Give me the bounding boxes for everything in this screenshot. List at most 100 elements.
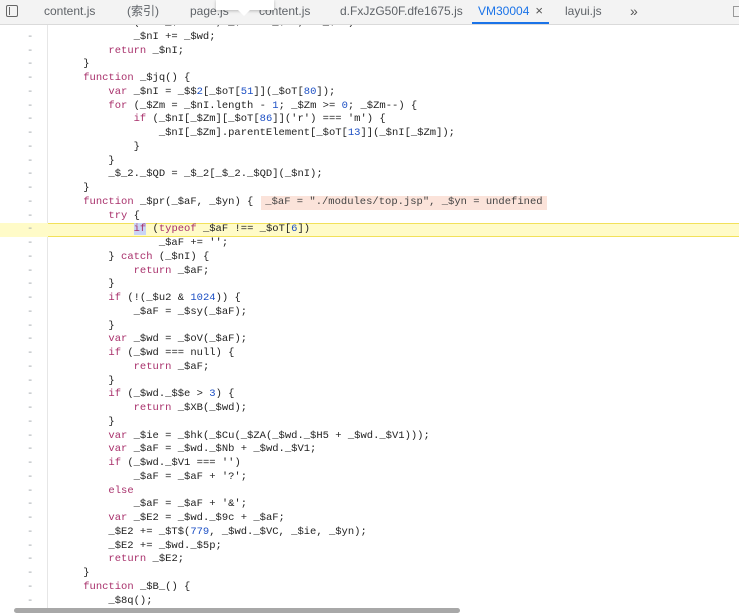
close-icon[interactable]: × [535,3,543,18]
line-marker[interactable]: - [27,581,35,595]
code-line[interactable]: - else [0,485,739,499]
tab-d-fxjzg50f-js[interactable]: d.FxJzG50F.dfe1675.js [340,0,463,24]
line-marker[interactable]: - [27,306,35,320]
code-line[interactable]: - var _$ie = _$hk(_$Cu(_$ZA(_$wd._$H5 + … [0,430,739,444]
code-line[interactable]: - if (_$wd._$V1 === '') [0,457,739,471]
code-line[interactable]: - if (_$nI[_$Zm][_$oT[86]]('r') === 'm')… [0,113,739,127]
code-line[interactable]: - } [0,278,739,292]
line-marker[interactable]: - [27,416,35,430]
line-marker[interactable]: - [27,567,35,581]
line-marker[interactable]: - [27,168,35,182]
code-line[interactable]: - return _$aF; [0,361,739,375]
code-line[interactable]: - _$nI[_$Zm].parentElement[_$oT[13]](_$n… [0,127,739,141]
code-text: if (_$wd._$V1 === '') [108,457,241,469]
line-marker[interactable]: - [27,265,35,279]
code-line[interactable]: - _$aF = _$aF + '?'; [0,471,739,485]
code-line[interactable]: - } [0,141,739,155]
code-line[interactable]: - var _$E2 = _$wd._$9c + _$aF; [0,512,739,526]
code-line[interactable]: - } [0,375,739,389]
line-marker[interactable]: - [27,498,35,512]
code-line[interactable]: - _$aF += ''; [0,237,739,251]
code-line[interactable]: - if (_$wd._$$e > 3) { [0,388,739,402]
line-marker[interactable]: - [27,443,35,457]
code-line[interactable]: - _$nI += _$wd; [0,31,739,45]
tab-index[interactable]: (索引) [127,0,159,24]
line-marker[interactable]: - [27,540,35,554]
tab-content-js[interactable]: content.js [44,0,95,24]
code-line[interactable]: - _$aF = _$sy(_$aF); [0,306,739,320]
line-marker[interactable]: - [27,375,35,389]
line-marker[interactable]: - [27,278,35,292]
code-line[interactable]: - var _$wd = _$oV(_$aF); [0,333,739,347]
line-marker[interactable]: - [27,471,35,485]
code-line[interactable]: - return _$nI; [0,45,739,59]
line-marker[interactable]: - [27,457,35,471]
line-marker[interactable]: - [27,388,35,402]
line-marker[interactable]: - [27,595,35,609]
toggle-navigator-icon[interactable] [6,5,18,17]
code-line[interactable]: - _$_2._$QD = _$_2[_$_2._$QD](_$nI); [0,168,739,182]
code-line[interactable]: - } [0,416,739,430]
line-marker[interactable]: - [27,361,35,375]
code-line[interactable]: - } [0,58,739,72]
code-text: for (_$Zm = _$nI.length - 1; _$Zm >= 0; … [108,99,418,112]
line-marker[interactable]: - [27,333,35,347]
code-line[interactable]: - _$E2 += _$wd._$5p; [0,540,739,554]
code-line[interactable]: - function _$B_() { [0,581,739,595]
paused-code-line[interactable]: - if (typeof _$aF !== _$oT[6]) [0,223,739,237]
code-line[interactable]: - var _$aF = _$wd._$Nb + _$wd._$V1; [0,443,739,457]
line-marker[interactable]: - [27,237,35,251]
code-line[interactable]: - function _$jq() { [0,72,739,86]
code-line[interactable]: - if (_$wd === null) { [0,347,739,361]
line-marker[interactable]: - [27,182,35,196]
line-marker[interactable]: - [27,127,35,141]
more-tabs-icon[interactable]: » [630,0,638,22]
line-marker[interactable]: - [27,141,35,155]
line-marker[interactable]: - [27,58,35,72]
line-marker[interactable]: - [27,210,35,224]
code-line[interactable]: - } catch (_$nI) { [0,251,739,265]
code-text: _$_2._$QD = _$_2[_$_2._$QD](_$nI); [58,168,323,181]
line-marker[interactable]: - [27,347,35,361]
code-line[interactable]: - } [0,567,739,581]
line-marker[interactable]: - [27,402,35,416]
code-line[interactable]: - _$8q(); [0,595,739,609]
line-marker[interactable]: - [27,72,35,86]
code-line[interactable]: - } [0,155,739,169]
line-marker[interactable]: - [27,292,35,306]
tooltip [216,0,274,16]
code-line[interactable]: - if (!(_$u2 & 1024)) { [0,292,739,306]
line-marker[interactable]: - [27,430,35,444]
line-marker[interactable]: - [27,86,35,100]
line-marker[interactable]: - [27,251,35,265]
tab-layui-js[interactable]: layui.js [565,0,602,24]
toggle-debugger-icon[interactable] [733,6,739,17]
code-line[interactable]: - _$aF = _$aF + '&'; [0,498,739,512]
line-marker[interactable]: - [27,100,35,114]
line-marker[interactable]: - [27,155,35,169]
line-marker[interactable]: - [27,196,35,210]
line-marker[interactable]: - [27,113,35,127]
line-marker[interactable]: - [27,31,35,45]
line-marker[interactable]: - [27,526,35,540]
line-marker[interactable]: - [27,223,35,237]
code-line[interactable]: - _$E2 += _$T$(779, _$wd._$VC, _$ie, _$y… [0,526,739,540]
code-line[interactable]: - return _$XB(_$wd); [0,402,739,416]
code-line[interactable]: - } [0,182,739,196]
line-marker[interactable]: - [27,45,35,59]
line-marker[interactable]: - [27,553,35,567]
code-line[interactable]: - function _$pr(_$aF, _$yn) {_$aF = "./m… [0,195,739,210]
code-line[interactable]: - for (_$Zm = _$nI.length - 1; _$Zm >= 0… [0,100,739,114]
line-marker[interactable]: - [27,320,35,334]
code-text: } [58,154,115,167]
code-editor[interactable]: - for (var _$wd = 1; _$wd < _$aF; ++_$wd… [0,17,739,608]
code-line[interactable]: - try { [0,210,739,224]
code-line[interactable]: - return _$aF; [0,265,739,279]
code-line[interactable]: - return _$E2; [0,553,739,567]
line-marker[interactable]: - [27,512,35,526]
horizontal-scrollbar[interactable] [14,608,460,613]
line-marker[interactable]: - [27,485,35,499]
code-line[interactable]: - var _$nI = _$$2[_$oT[51]](_$oT[80]); [0,86,739,100]
code-line[interactable]: - } [0,320,739,334]
tab-vm30004[interactable]: VM30004 × [472,0,549,24]
